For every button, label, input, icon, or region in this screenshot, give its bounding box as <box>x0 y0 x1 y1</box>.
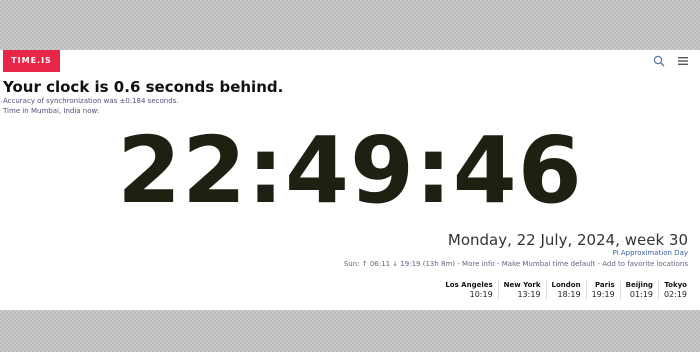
city-los-angeles[interactable]: Los Angeles 10:19 <box>440 281 497 299</box>
city-name: New York <box>503 281 541 289</box>
city-time: 10:19 <box>469 290 493 299</box>
city-name: Los Angeles <box>445 281 493 289</box>
more-info-link[interactable]: More info <box>462 260 495 268</box>
separator: - <box>494 260 502 268</box>
city-name: Beijing <box>625 281 653 289</box>
observance-link[interactable]: Pi Approximation Day <box>613 249 688 257</box>
current-date: Monday, 22 July, 2024, week 30 <box>447 231 688 249</box>
page: TIME.IS Your clock is 0.6 seconds behind… <box>0 50 700 310</box>
sync-accuracy: Accuracy of synchronization was ±0.184 s… <box>3 97 179 105</box>
add-favorite-link[interactable]: Add to favorite locations <box>602 260 688 268</box>
clock-offset-headline: Your clock is 0.6 seconds behind. <box>3 78 284 96</box>
city-new-york[interactable]: New York 13:19 <box>497 281 546 299</box>
city-name: Tokyo <box>664 281 687 289</box>
city-tokyo[interactable]: Tokyo 02:19 <box>657 281 692 299</box>
city-name: London <box>551 281 581 289</box>
city-time: 02:19 <box>663 290 687 299</box>
city-beijing[interactable]: Beijing 01:19 <box>619 281 658 299</box>
world-clocks: Los Angeles 10:19 New York 13:19 London … <box>440 281 692 299</box>
city-paris[interactable]: Paris 19:19 <box>585 281 620 299</box>
header-icons <box>652 54 690 68</box>
site-logo[interactable]: TIME.IS <box>3 50 60 72</box>
city-london[interactable]: London 18:19 <box>545 281 586 299</box>
separator: - <box>455 260 463 268</box>
search-icon[interactable] <box>652 54 666 68</box>
menu-icon[interactable] <box>676 54 690 68</box>
city-time: 18:19 <box>557 290 581 299</box>
make-default-link[interactable]: Make Mumbai time default <box>502 260 596 268</box>
current-time: 22:49:46 <box>117 117 583 224</box>
location-label: Time in Mumbai, India now: <box>3 107 100 115</box>
city-name: Paris <box>594 281 615 289</box>
sun-info-row: Sun: ↑ 06:11 ↓ 19:19 (13h 8m) - More inf… <box>344 260 688 268</box>
city-time: 01:19 <box>629 290 653 299</box>
sun-times: Sun: ↑ 06:11 ↓ 19:19 (13h 8m) <box>343 260 456 268</box>
city-time: 13:19 <box>517 290 541 299</box>
city-time: 19:19 <box>591 290 615 299</box>
